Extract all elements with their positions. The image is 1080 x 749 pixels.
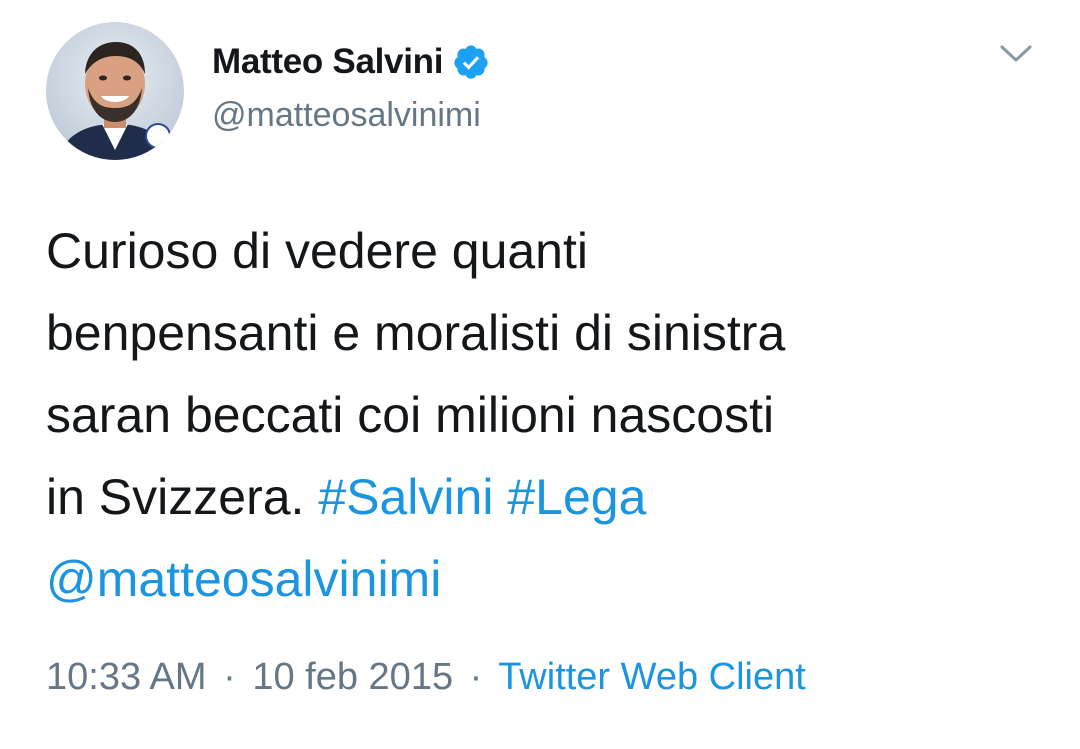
tweet-text: Curioso di vedere quanti benpensanti e m… xyxy=(46,210,1046,620)
display-name[interactable]: Matteo Salvini xyxy=(212,42,443,82)
author-name-row: Matteo Salvini xyxy=(212,38,490,86)
tweet-date[interactable]: 10 feb 2015 xyxy=(252,656,453,698)
avatar[interactable] xyxy=(46,22,184,160)
mention-link[interactable]: @matteosalvinimi xyxy=(46,551,441,607)
tweet-text-line: saran beccati coi milioni nascosti xyxy=(46,387,775,443)
hashtag-link-salvini[interactable]: #Salvini xyxy=(318,469,493,525)
tweet-mention-line: @matteosalvinimi xyxy=(46,538,1046,620)
verified-badge-icon xyxy=(452,43,490,81)
tweet-time[interactable]: 10:33 AM xyxy=(46,656,207,698)
tweet-text-line-with-hashtags: in Svizzera. #Salvini #Lega xyxy=(46,456,1046,538)
chevron-down-icon[interactable] xyxy=(999,44,1033,64)
tweet-meta: 10:33 AM · 10 feb 2015 · Twitter Web Cli… xyxy=(46,656,806,699)
tweet-source-link[interactable]: Twitter Web Client xyxy=(498,656,806,698)
avatar-photo-icon xyxy=(46,22,184,160)
tweet-text-line: benpensanti e moralisti di sinistra xyxy=(46,305,786,361)
meta-separator: · xyxy=(469,656,483,698)
hashtag-link-lega[interactable]: #Lega xyxy=(507,469,646,525)
tweet-text-fragment: in Svizzera. xyxy=(46,469,319,525)
meta-separator: · xyxy=(223,656,236,698)
tweet-card: Matteo Salvini @matteosalvinimi Curioso … xyxy=(0,0,1080,749)
tweet-text-line: Curioso di vedere quanti xyxy=(46,223,588,279)
author-handle[interactable]: @matteosalvinimi xyxy=(212,96,481,135)
